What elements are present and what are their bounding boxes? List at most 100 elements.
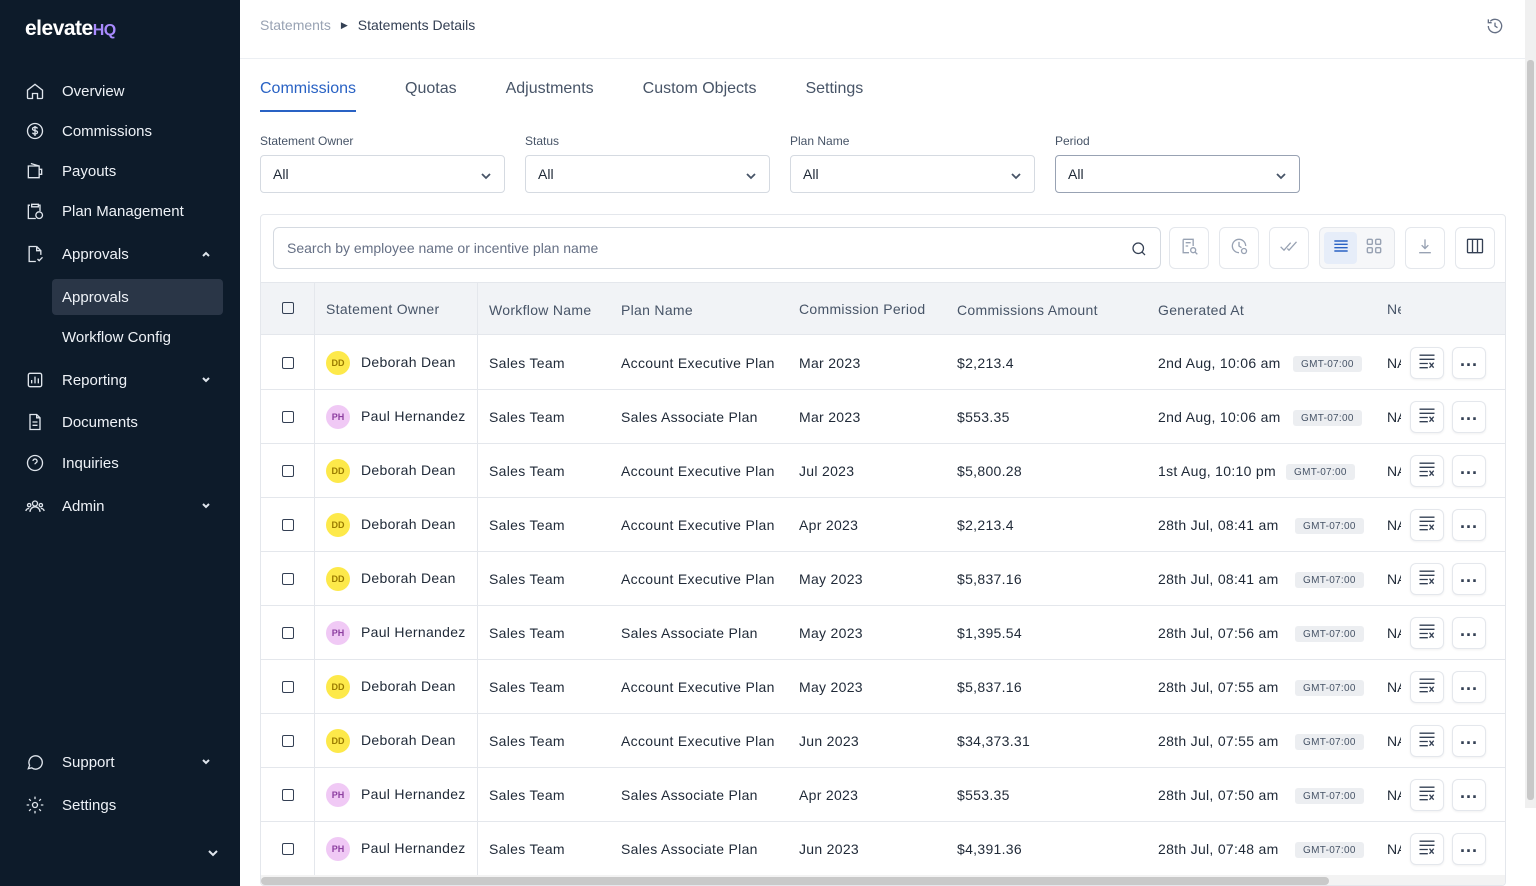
table-row[interactable]: PH Paul Hernandez Sales Team Sales Associat…: [261, 606, 1505, 660]
plan-name-select[interactable]: All: [790, 155, 1035, 193]
list-view-button[interactable]: [1324, 232, 1357, 264]
cell-statement-owner[interactable]: Deborah Dean: [361, 516, 456, 532]
sidebar-item-documents[interactable]: Documents: [24, 405, 220, 439]
row-checkbox[interactable]: [282, 735, 294, 747]
row-more-button[interactable]: ...: [1452, 779, 1486, 811]
row-checkbox[interactable]: [282, 357, 294, 369]
table-row[interactable]: PH Paul Hernandez Sales Team Sales Associat…: [261, 768, 1505, 822]
row-details-button[interactable]: [1410, 725, 1444, 757]
sidebar-item-inquiries[interactable]: Inquiries: [24, 446, 220, 480]
cell-statement-owner[interactable]: Deborah Dean: [361, 732, 456, 748]
tab-adjustments[interactable]: Adjustments: [506, 78, 594, 112]
sidebar-item-commissions[interactable]: Commissions: [24, 114, 220, 148]
sidebar-collapse-chevron-icon[interactable]: [206, 846, 220, 860]
tab-custom-objects[interactable]: Custom Objects: [643, 78, 757, 112]
row-details-button[interactable]: [1410, 833, 1444, 865]
row-details-button[interactable]: [1410, 671, 1444, 703]
page-scrollbar-thumb[interactable]: [1527, 60, 1534, 800]
sidebar-item-support[interactable]: Support: [24, 745, 220, 779]
column-header-plan-name[interactable]: Plan Name: [621, 302, 693, 318]
row-more-button[interactable]: ...: [1452, 563, 1486, 595]
row-more-button[interactable]: ...: [1452, 833, 1486, 865]
row-more-button[interactable]: ...: [1452, 455, 1486, 487]
sidebar-item-overview[interactable]: Overview: [24, 74, 220, 108]
sidebar-subitem-workflow-config[interactable]: Workflow Config: [52, 319, 223, 355]
horizontal-scrollbar-thumb[interactable]: [261, 877, 1329, 885]
table-row[interactable]: DD Deborah Dean Sales Team Account Executiv…: [261, 444, 1505, 498]
column-header-commissions-amount[interactable]: Commissions Amount: [957, 302, 1098, 318]
row-details-button[interactable]: [1410, 617, 1444, 649]
row-details-button[interactable]: [1410, 779, 1444, 811]
statement-owner-select[interactable]: All: [260, 155, 505, 193]
row-details-button[interactable]: [1410, 401, 1444, 433]
sidebar-item-reporting[interactable]: Reporting: [24, 363, 220, 397]
table-row[interactable]: DD Deborah Dean Sales Team Account Executiv…: [261, 714, 1505, 768]
row-checkbox[interactable]: [282, 411, 294, 423]
approve-all-button[interactable]: [1269, 227, 1309, 269]
tab-quotas[interactable]: Quotas: [405, 78, 457, 112]
column-header-next[interactable]: Ne: [1387, 301, 1401, 317]
sidebar-item-plan-management[interactable]: Plan Management: [24, 194, 220, 228]
row-checkbox[interactable]: [282, 789, 294, 801]
row-details-button[interactable]: [1410, 455, 1444, 487]
cell-statement-owner[interactable]: Paul Hernandez: [361, 408, 466, 424]
cell-statement-owner[interactable]: Paul Hernandez: [361, 786, 466, 802]
page-scrollbar[interactable]: [1525, 0, 1536, 808]
cell-statement-owner[interactable]: Paul Hernandez: [361, 624, 466, 640]
sidebar-item-settings[interactable]: Settings: [24, 788, 220, 822]
sidebar-item-admin[interactable]: Admin: [24, 489, 220, 523]
row-more-button[interactable]: ...: [1452, 671, 1486, 703]
row-more-button[interactable]: ...: [1452, 617, 1486, 649]
breadcrumb-root-link[interactable]: Statements: [260, 17, 331, 33]
report-filter-button[interactable]: [1169, 227, 1209, 269]
tab-settings[interactable]: Settings: [805, 78, 863, 112]
row-more-button[interactable]: ...: [1452, 401, 1486, 433]
horizontal-scrollbar[interactable]: [261, 875, 1505, 885]
table-row[interactable]: PH Paul Hernandez Sales Team Sales Associat…: [261, 390, 1505, 444]
row-checkbox[interactable]: [282, 627, 294, 639]
avatar-initials: DD: [331, 466, 345, 476]
row-checkbox[interactable]: [282, 465, 294, 477]
row-details-button[interactable]: [1410, 563, 1444, 595]
table-row[interactable]: DD Deborah Dean Sales Team Account Executiv…: [261, 498, 1505, 552]
history-icon[interactable]: [1485, 16, 1505, 36]
row-details-button[interactable]: [1410, 509, 1444, 541]
column-header-workflow-name[interactable]: Workflow Name: [489, 302, 591, 318]
row-checkbox[interactable]: [282, 573, 294, 585]
column-header-commission-period[interactable]: Commission Period: [799, 301, 925, 317]
cell-statement-owner[interactable]: Paul Hernandez: [361, 840, 466, 856]
cell-statement-owner[interactable]: Deborah Dean: [361, 570, 456, 586]
search-input[interactable]: Search by employee name or incentive pla…: [273, 227, 1161, 269]
row-checkbox[interactable]: [282, 681, 294, 693]
table-row[interactable]: PH Paul Hernandez Sales Team Sales Associat…: [261, 822, 1505, 876]
tab-commissions[interactable]: Commissions: [260, 78, 357, 112]
status-select[interactable]: All: [525, 155, 770, 193]
table-row[interactable]: DD Deborah Dean Sales Team Account Executiv…: [261, 660, 1505, 714]
select-all-checkbox[interactable]: [282, 302, 294, 314]
download-button[interactable]: [1405, 227, 1445, 269]
column-header-generated-at[interactable]: Generated At: [1158, 302, 1244, 318]
column-header-statement-owner[interactable]: Statement Owner: [326, 301, 439, 317]
columns-button[interactable]: [1455, 227, 1495, 269]
row-more-button[interactable]: ...: [1452, 347, 1486, 379]
row-more-button[interactable]: ...: [1452, 509, 1486, 541]
cell-statement-owner[interactable]: Deborah Dean: [361, 462, 456, 478]
pending-approvals-button[interactable]: [1219, 227, 1259, 269]
sidebar-subitem-approvals[interactable]: Approvals: [52, 279, 223, 315]
brand-logo[interactable]: elevateHQ: [25, 17, 116, 41]
cell-plan-name: Account Executive Plan: [621, 733, 775, 749]
cell-statement-owner[interactable]: Deborah Dean: [361, 354, 456, 370]
table-row[interactable]: DD Deborah Dean Sales Team Account Executiv…: [261, 336, 1505, 390]
column-divider: [314, 283, 315, 336]
row-checkbox[interactable]: [282, 519, 294, 531]
table-row[interactable]: DD Deborah Dean Sales Team Account Executiv…: [261, 552, 1505, 606]
period-select[interactable]: All: [1055, 155, 1300, 193]
row-details-button[interactable]: [1410, 347, 1444, 379]
cell-statement-owner[interactable]: Deborah Dean: [361, 678, 456, 694]
grid-view-button[interactable]: [1357, 232, 1390, 264]
row-checkbox[interactable]: [282, 843, 294, 855]
sidebar-item-payouts[interactable]: Payouts: [24, 154, 220, 188]
row-more-button[interactable]: ...: [1452, 725, 1486, 757]
cell-plan-name: Account Executive Plan: [621, 355, 775, 371]
sidebar-item-approvals[interactable]: Approvals: [24, 237, 220, 271]
